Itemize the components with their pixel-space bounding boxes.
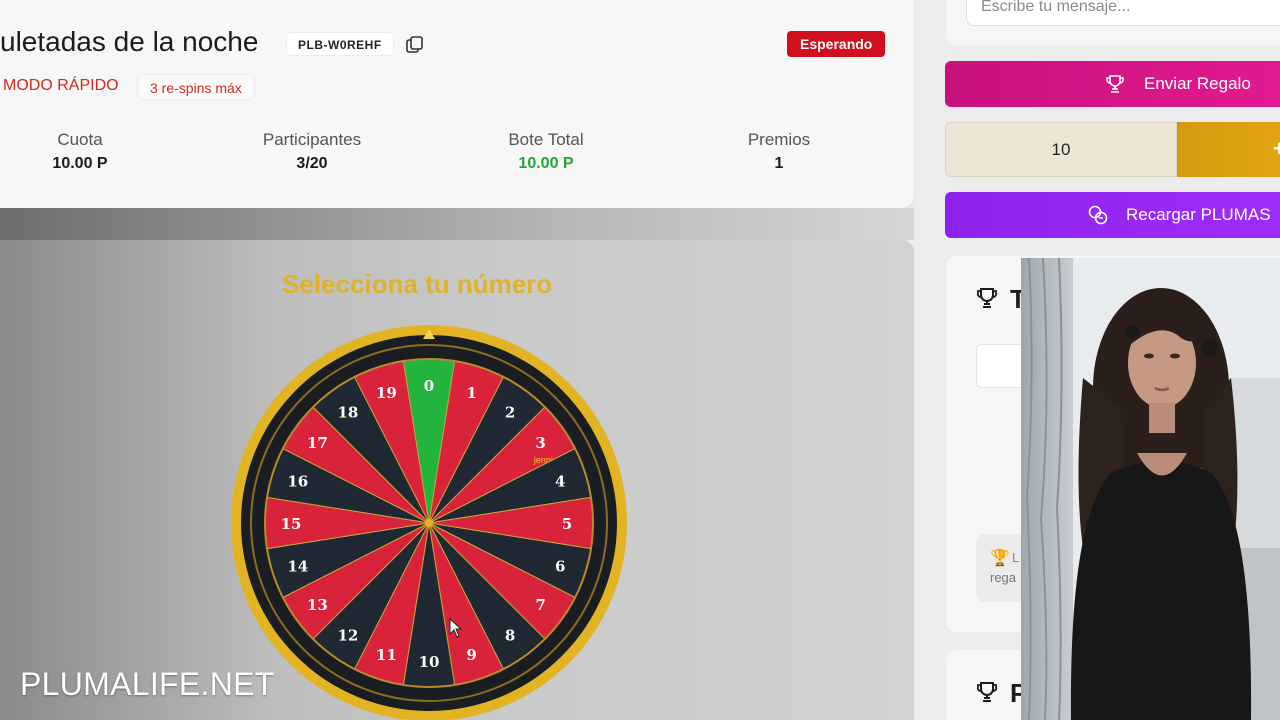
wheel-number-label: 19	[376, 384, 397, 402]
note-l-text: L	[1012, 550, 1020, 565]
trophy-icon	[1106, 75, 1124, 93]
stat-value: 3/20	[296, 155, 328, 172]
wheel-number-label: 2	[505, 403, 515, 421]
send-gift-button[interactable]: Enviar Regalo	[945, 61, 1280, 107]
wheel-number-label: 3	[535, 434, 545, 452]
stat-label: Cuota	[57, 130, 103, 149]
mode-label: MODO RÁPIDO	[3, 77, 119, 94]
cursor-icon	[449, 618, 463, 638]
wheel-number-label: 6	[555, 558, 565, 576]
wheel-hub	[425, 519, 433, 527]
select-number-title: Selecciona tu número	[282, 269, 553, 299]
game-panel: Selecciona tu número 0 1 2 3 jenni 4 5 6 7 8 9 10 11…	[0, 240, 914, 720]
streamer-webcam	[1021, 258, 1280, 720]
stat-participantes: Participantes 3/20	[232, 130, 392, 173]
message-input[interactable]	[966, 0, 1280, 26]
wheel-number-label: 4	[555, 472, 565, 490]
plus-icon: +	[1273, 136, 1280, 161]
wheel-number-label: 9	[466, 646, 476, 664]
trophy-icon	[976, 682, 998, 702]
note-text: rega	[990, 570, 1017, 585]
wheel-number-label: 18	[337, 403, 358, 421]
watermark: PLUMALIFE.NET	[20, 666, 275, 702]
status-badge: Esperando	[787, 31, 886, 57]
copy-icon[interactable]	[404, 34, 426, 56]
stat-value: 1	[774, 155, 784, 172]
respins-chip: 3 re-spins máx	[137, 74, 255, 100]
wheel-number-label: 8	[505, 627, 515, 645]
stat-premios: Premios 1	[699, 130, 859, 173]
wheel-number-label: 17	[307, 434, 328, 452]
room-code-badge: PLB-W0REHF	[286, 32, 394, 56]
wheel-number-label: 11	[376, 646, 397, 664]
divider-strip	[0, 208, 914, 240]
room-info-card: uletadas de la noche PLB-W0REHF Esperand…	[0, 0, 914, 208]
amount-increase-button[interactable]: +	[1177, 122, 1280, 177]
send-gift-label: Enviar Regalo	[1144, 74, 1251, 93]
trophy-icon: 🏆	[990, 550, 1010, 567]
stat-label: Participantes	[262, 130, 362, 149]
stat-bote-total: Bote Total 10.00 P	[466, 130, 626, 173]
stat-value: 10.00 P	[518, 155, 574, 172]
wheel-number-label: 10	[419, 653, 440, 671]
gift-amount-input[interactable]	[945, 122, 1177, 177]
wheel-number-label: 15	[281, 515, 302, 533]
recharge-label: Recargar PLUMAS	[1126, 205, 1271, 224]
stat-value: 10.00 P	[52, 155, 108, 172]
wheel-number-label: 16	[287, 472, 308, 490]
trophy-icon	[976, 288, 998, 308]
room-title: uletadas de la noche	[0, 26, 259, 57]
wheel-number-label: 5	[562, 515, 572, 533]
recharge-plumas-button[interactable]: Recargar PLUMAS	[945, 192, 1280, 238]
wheel-number-label: 0	[424, 377, 434, 395]
wheel-number-label: 13	[307, 596, 328, 614]
stat-label: Bote Total	[508, 130, 584, 149]
stat-label: Premios	[747, 130, 811, 149]
stat-cuota: Cuota 10.00 P	[0, 130, 160, 173]
roulette-wheel[interactable]: 0 123jenni45678910111213141516171819	[231, 325, 627, 720]
wheel-number-label: 14	[287, 558, 308, 576]
wheel-number-label: 1	[466, 384, 476, 402]
wheel-number-label: 7	[535, 596, 545, 614]
wheel-number-label: 12	[337, 627, 358, 645]
coins-icon	[1088, 205, 1108, 225]
